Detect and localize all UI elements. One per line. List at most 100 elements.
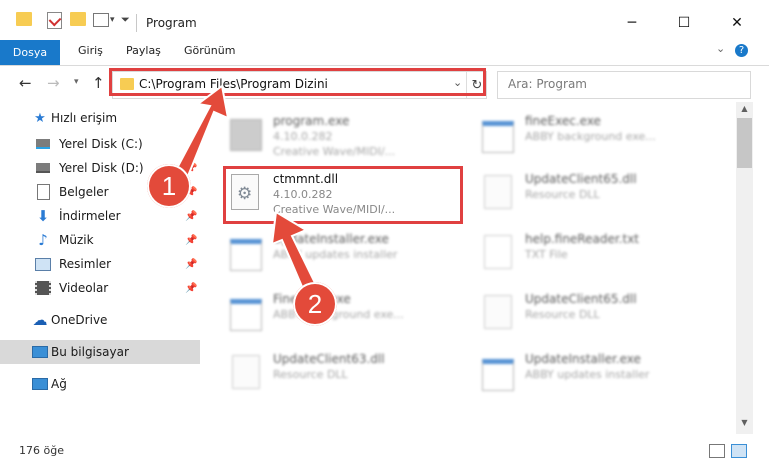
file-highlight	[223, 166, 463, 224]
cloud-icon: ☁	[32, 311, 48, 329]
item-count: 176 öğe	[19, 444, 64, 457]
chevron-down-icon[interactable]: ▾	[110, 15, 115, 25]
sidebar-item-label: Ağ	[51, 377, 67, 391]
sidebar-item-label: Bu bilgisayar	[51, 345, 129, 359]
file-name: UpdateInstaller.exe	[525, 352, 641, 366]
help-icon[interactable]: ?	[735, 44, 748, 57]
dll-icon	[479, 172, 515, 212]
title-separator	[136, 14, 137, 32]
step-badge-1: 1	[147, 164, 191, 208]
sidebar-item-network[interactable]: Ağ	[0, 372, 200, 396]
sidebar-item-label: Yerel Disk (D:)	[59, 161, 144, 175]
drive-icon	[35, 136, 51, 152]
recent-locations-icon[interactable]: ▾	[74, 77, 79, 87]
txt-icon	[479, 232, 515, 272]
file-item[interactable]: UpdateClient65.dll Resource DLL	[457, 166, 707, 222]
file-version: 4.10.0.282	[273, 130, 333, 143]
title-bar: ▾ ⏷ Program ─ ☐ ✕	[0, 0, 769, 40]
exe-icon	[227, 114, 263, 154]
file-description: ABBY background exe...	[273, 308, 404, 321]
scroll-down-icon[interactable]: ▼	[736, 418, 753, 432]
search-input[interactable]: Ara: Program	[497, 71, 751, 99]
address-highlight	[109, 68, 486, 96]
sidebar-item-videos[interactable]: Videolar 📌	[0, 276, 200, 300]
tab-file[interactable]: Dosya	[0, 40, 60, 65]
tiles-view-icon[interactable]	[731, 444, 747, 458]
tab-view[interactable]: Görünüm	[184, 44, 235, 57]
file-list: program.exe 4.10.0.282 Creative Wave/MID…	[205, 102, 735, 434]
new-folder-icon[interactable]	[70, 12, 86, 26]
sidebar-item-pictures[interactable]: Resimler 📌	[0, 252, 200, 276]
window-title: Program	[146, 16, 197, 30]
file-item[interactable]: help.fineReader.txt TXT File	[457, 226, 707, 282]
sidebar-item-this-pc[interactable]: Bu bilgisayar	[0, 340, 200, 364]
file-description: ABBY updates installer	[273, 248, 398, 261]
drive-icon	[35, 160, 51, 176]
pin-icon: 📌	[185, 282, 198, 294]
file-item[interactable]: fineExec.exe ABBY background exe...	[457, 108, 707, 164]
minimize-button[interactable]: ─	[610, 8, 654, 38]
customize-toolbar-icon[interactable]: ⏷	[121, 13, 130, 27]
folder-icon[interactable]	[16, 12, 32, 26]
ribbon: Dosya Giriş Paylaş Görünüm ⌄ ?	[0, 40, 769, 66]
file-name: fineExec.exe	[525, 114, 601, 128]
sidebar-item-quick-access[interactable]: ★ Hızlı erişim	[0, 106, 200, 130]
sidebar-item-onedrive[interactable]: ☁ OneDrive	[0, 308, 200, 332]
file-item[interactable]: program.exe 4.10.0.282 Creative Wave/MID…	[205, 108, 455, 164]
sidebar-item-music[interactable]: ♪ Müzik 📌	[0, 228, 200, 252]
tab-share[interactable]: Paylaş	[126, 44, 161, 57]
vertical-scrollbar[interactable]: ▲ ▼	[736, 102, 753, 434]
navigation-pane: ★ Hızlı erişim Yerel Disk (C:) Yerel Dis…	[0, 102, 200, 434]
sidebar-item-label: İndirmeler	[59, 209, 121, 223]
file-item[interactable]: UpdateInstaller.exe ABBY updates install…	[205, 226, 455, 282]
exe-icon	[227, 232, 263, 272]
sidebar-item-label: Videolar	[59, 281, 109, 295]
sidebar-item-label: Müzik	[59, 233, 94, 247]
computer-icon	[32, 344, 48, 360]
exe-icon	[227, 292, 263, 332]
file-description: TXT File	[525, 248, 568, 261]
sidebar-item-label: OneDrive	[51, 313, 108, 327]
properties-icon[interactable]	[47, 12, 62, 29]
scroll-up-icon[interactable]: ▲	[736, 104, 753, 118]
exe-icon	[479, 352, 515, 392]
pin-icon: 📌	[185, 162, 198, 174]
file-description: Resource DLL	[525, 188, 600, 201]
file-description: Resource DLL	[273, 368, 348, 381]
file-name: UpdateClient63.dll	[273, 352, 385, 366]
pin-icon: 📌	[185, 210, 198, 222]
exe-icon	[479, 114, 515, 154]
back-icon[interactable]: ←	[19, 74, 32, 92]
file-name: help.fineReader.txt	[525, 232, 639, 246]
status-bar: 176 öğe	[0, 440, 769, 475]
download-icon: ⬇	[36, 207, 50, 225]
details-view-icon[interactable]	[709, 444, 725, 458]
star-icon: ★	[34, 110, 46, 126]
file-item[interactable]: UpdateClient65.dll Resource DLL	[457, 286, 707, 342]
file-name: UpdateClient65.dll	[525, 172, 637, 186]
film-icon	[35, 280, 51, 296]
ribbon-expand-icon[interactable]: ⌄	[716, 42, 725, 55]
pictures-icon	[35, 256, 51, 272]
file-item[interactable]: UpdateClient63.dll Resource DLL	[205, 346, 455, 402]
sidebar-item-local-disk-c[interactable]: Yerel Disk (C:)	[0, 132, 200, 156]
forward-icon[interactable]: →	[47, 74, 60, 92]
maximize-button[interactable]: ☐	[662, 8, 706, 38]
close-button[interactable]: ✕	[715, 8, 759, 38]
music-icon: ♪	[38, 231, 48, 249]
tab-home[interactable]: Giriş	[78, 44, 103, 57]
file-name: program.exe	[273, 114, 350, 128]
file-item[interactable]: UpdateInstaller.exe ABBY updates install…	[457, 346, 707, 402]
file-description: Creative Wave/MIDI/...	[273, 145, 396, 158]
document-icon	[35, 184, 51, 200]
up-icon[interactable]: ↑	[92, 74, 105, 92]
scroll-thumb[interactable]	[737, 118, 752, 168]
file-description: ABBY background exe...	[525, 130, 656, 143]
sidebar-item-label: Resimler	[59, 257, 112, 271]
network-icon	[32, 376, 48, 392]
sidebar-item-label: Belgeler	[59, 185, 109, 199]
step-badge-2: 2	[293, 282, 337, 326]
file-name: UpdateInstaller.exe	[273, 232, 389, 246]
view-menu-icon[interactable]	[93, 13, 109, 27]
dll-icon	[227, 352, 263, 392]
